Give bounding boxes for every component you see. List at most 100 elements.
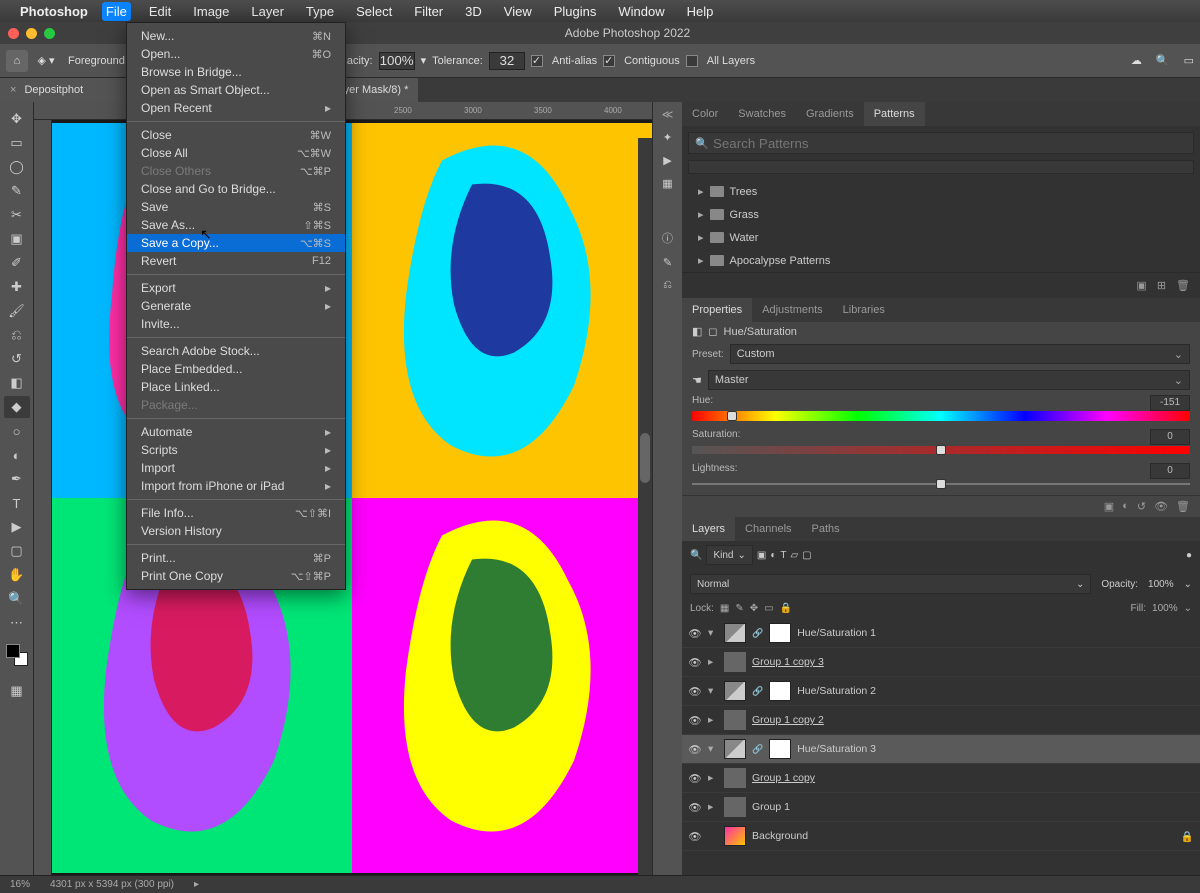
crop-tool[interactable]: ✂	[4, 204, 30, 226]
menu-item-open-recent[interactable]: Open Recent▸	[127, 99, 345, 117]
healing-tool[interactable]: ✚	[4, 276, 30, 298]
menu-window[interactable]: Window	[614, 2, 668, 21]
cloud-icon[interactable]: ☁	[1131, 54, 1142, 67]
lasso-tool[interactable]: ◯	[4, 156, 30, 178]
visibility-icon[interactable]: 👁	[688, 627, 702, 640]
menu-item-open-[interactable]: Open...⌘O	[127, 45, 345, 63]
zoom-window-icon[interactable]	[44, 28, 55, 39]
fg-color-swatch[interactable]	[6, 644, 20, 658]
filter-smart-icon[interactable]: ▢	[802, 550, 811, 561]
layer-row[interactable]: 👁▾🔗Hue/Saturation 2	[682, 677, 1200, 706]
stamp-tool[interactable]: ⎌	[4, 324, 30, 346]
move-tool[interactable]: ✥	[4, 108, 30, 130]
visibility-icon[interactable]: 👁	[688, 772, 702, 785]
menu-item-invite-[interactable]: Invite...	[127, 315, 345, 333]
lightness-value[interactable]: 0	[1150, 463, 1190, 479]
quick-select-tool[interactable]: ✎	[4, 180, 30, 202]
all-layers-checkbox[interactable]	[686, 55, 698, 67]
opacity-field[interactable]	[379, 52, 415, 70]
menu-item-print-one-copy[interactable]: Print One Copy⌥⇧⌘P	[127, 567, 345, 585]
menu-item-close-all[interactable]: Close All⌥⌘W	[127, 144, 345, 162]
layer-opacity-value[interactable]: 100%	[1148, 579, 1174, 590]
delete-icon[interactable]: 🗑	[1176, 279, 1190, 292]
filter-type-icon[interactable]: T	[780, 550, 786, 561]
menu-item-place-linked-[interactable]: Place Linked...	[127, 378, 345, 396]
menu-item-place-embedded-[interactable]: Place Embedded...	[127, 360, 345, 378]
menu-item-import-from-iphone-or-ipad[interactable]: Import from iPhone or iPad▸	[127, 477, 345, 495]
pen-tool[interactable]: ✒	[4, 468, 30, 490]
app-name[interactable]: Photoshop	[20, 4, 88, 19]
filter-kind-dropdown[interactable]: Kind⌄	[706, 545, 752, 565]
prev-state-icon[interactable]: ◐	[1122, 500, 1129, 513]
menu-edit[interactable]: Edit	[145, 2, 175, 21]
saturation-value[interactable]: 0	[1150, 429, 1190, 445]
close-tab-icon[interactable]: ×	[10, 84, 16, 96]
tab-properties[interactable]: Properties	[682, 298, 752, 322]
menu-item-print-[interactable]: Print...⌘P	[127, 549, 345, 567]
menu-item-save-a-copy-[interactable]: Save a Copy...⌥⌘S	[127, 234, 345, 252]
menu-type[interactable]: Type	[302, 2, 338, 21]
learn-icon[interactable]: ✦	[663, 131, 672, 144]
tab-channels[interactable]: Channels	[735, 517, 801, 541]
tab-gradients[interactable]: Gradients	[796, 102, 864, 126]
menu-view[interactable]: View	[500, 2, 536, 21]
lock-position-icon[interactable]: ✎	[735, 603, 743, 614]
lock-all-icon[interactable]: 🔒	[780, 603, 792, 614]
vertical-scrollbar[interactable]	[638, 138, 652, 875]
tab-adjustments[interactable]: Adjustments	[752, 298, 833, 322]
grid-icon[interactable]: ▦	[662, 177, 672, 190]
lock-pixels-icon[interactable]: ▦	[720, 603, 729, 614]
pattern-folder[interactable]: ▸Water	[682, 226, 1200, 249]
antialias-checkbox[interactable]	[531, 55, 543, 67]
layer-row[interactable]: 👁▾🔗Hue/Saturation 3	[682, 735, 1200, 764]
menu-item-close[interactable]: Close⌘W	[127, 126, 345, 144]
channel-dropdown[interactable]: Master⌄	[708, 370, 1190, 390]
clip-icon[interactable]: ▣	[1104, 500, 1114, 513]
filter-toggle[interactable]: ●	[1186, 550, 1192, 561]
hue-slider[interactable]	[692, 411, 1190, 421]
menu-item-file-info-[interactable]: File Info...⌥⇧⌘I	[127, 504, 345, 522]
menu-item-new-[interactable]: New...⌘N	[127, 27, 345, 45]
filter-pixel-icon[interactable]: ▣	[757, 550, 766, 561]
trash-icon[interactable]: 🗑	[1176, 500, 1190, 513]
lightness-slider[interactable]	[692, 479, 1190, 489]
filter-adj-icon[interactable]: ◐	[770, 550, 776, 561]
path-select-tool[interactable]: ▶	[4, 516, 30, 538]
visibility-icon[interactable]: 👁	[688, 714, 702, 727]
pattern-folder[interactable]: ▸Trees	[682, 180, 1200, 203]
patterns-search-input[interactable]	[688, 132, 1194, 154]
menu-select[interactable]: Select	[352, 2, 396, 21]
layer-row[interactable]: 👁▸Group 1 copy 2	[682, 706, 1200, 735]
blend-mode-dropdown[interactable]: Normal⌄	[690, 574, 1091, 594]
zoom-level[interactable]: 16%	[10, 879, 30, 890]
marquee-tool[interactable]: ▭	[4, 132, 30, 154]
zoom-tool[interactable]: 🔍	[4, 588, 30, 610]
menu-item-save-as-[interactable]: Save As...⇧⌘S	[127, 216, 345, 234]
fill-value[interactable]: 100%	[1152, 603, 1178, 614]
eyedropper-tool[interactable]: ✐	[4, 252, 30, 274]
blur-tool[interactable]: ○	[4, 420, 30, 442]
filter-shape-icon[interactable]: ▱	[790, 550, 798, 561]
layer-row[interactable]: 👁Background🔒	[682, 822, 1200, 851]
menu-item-scripts[interactable]: Scripts▸	[127, 441, 345, 459]
add-group-icon[interactable]: ▣	[1136, 279, 1146, 292]
layer-row[interactable]: 👁▸Group 1 copy 3	[682, 648, 1200, 677]
pattern-folder[interactable]: ▸Apocalypse Patterns	[682, 249, 1200, 272]
minimize-window-icon[interactable]	[26, 28, 37, 39]
more-tools[interactable]: ⋯	[4, 612, 30, 634]
reset-icon[interactable]: ↺	[1137, 500, 1146, 513]
tab-libraries[interactable]: Libraries	[833, 298, 895, 322]
dodge-tool[interactable]: ◐	[4, 444, 30, 466]
visibility-icon[interactable]: 👁	[688, 830, 702, 843]
type-tool[interactable]: T	[4, 492, 30, 514]
frame-tool[interactable]: ▣	[4, 228, 30, 250]
quick-mask-icon[interactable]: ▦	[4, 680, 30, 702]
menu-item-generate[interactable]: Generate▸	[127, 297, 345, 315]
preset-dropdown[interactable]: Custom⌄	[730, 344, 1190, 364]
workspace-icon[interactable]: ▭	[1184, 54, 1194, 67]
menu-item-search-adobe-stock-[interactable]: Search Adobe Stock...	[127, 342, 345, 360]
menu-item-version-history[interactable]: Version History	[127, 522, 345, 540]
close-window-icon[interactable]	[8, 28, 19, 39]
doc-info[interactable]: 4301 px x 5394 px (300 ppi)	[50, 879, 174, 890]
visibility-icon[interactable]: 👁	[688, 685, 702, 698]
